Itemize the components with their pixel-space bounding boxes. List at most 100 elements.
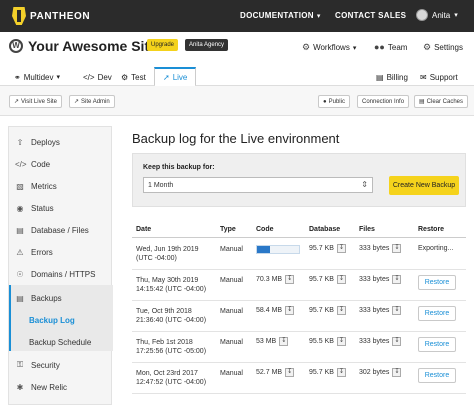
- sidebar-item-metrics[interactable]: ▧ Metrics: [9, 175, 113, 197]
- sidebar-item-label: New Relic: [31, 382, 68, 392]
- database-size[interactable]: 95.5 KB ↧: [309, 337, 346, 346]
- sidebar-item-backups[interactable]: ▤ Backups: [9, 287, 113, 309]
- settings-link[interactable]: ⚙ Settings: [423, 42, 463, 53]
- download-icon[interactable]: ↧: [336, 306, 346, 315]
- public-button[interactable]: ● Public: [318, 95, 350, 108]
- code-size-value: 52.7 MB: [256, 369, 283, 376]
- backup-date-line2: 21:36:40 (UTC -04:00): [136, 317, 207, 324]
- files-size[interactable]: 333 bytes ↧: [359, 306, 402, 315]
- site-admin-button[interactable]: ↗ Site Admin: [69, 95, 115, 108]
- column-header-files: Files: [359, 226, 375, 233]
- download-icon[interactable]: ↧: [285, 306, 295, 315]
- sidebar-item-label: Backup Schedule: [29, 337, 92, 347]
- tab-test[interactable]: ⚙ Test: [121, 68, 146, 86]
- sidebar-item-new-relic[interactable]: ✱ New Relic: [9, 376, 113, 398]
- environment-toolbar: ↗ Visit Live Site ↗ Site Admin ● Public …: [0, 86, 474, 116]
- pantheon-logo[interactable]: PANTHEON: [12, 7, 90, 25]
- database-size[interactable]: 95.7 KB ↧: [309, 275, 346, 284]
- restore-button[interactable]: Restore: [418, 337, 456, 352]
- visit-live-site-label: Visit Live Site: [21, 98, 57, 105]
- sidebar-item-backup-log[interactable]: Backup Log: [9, 309, 113, 331]
- code-size[interactable]: 52.7 MB ↧: [256, 368, 295, 377]
- backup-date-line1: Mon, Oct 23rd 2017: [136, 370, 198, 377]
- tab-billing[interactable]: ▤ Billing: [376, 68, 408, 86]
- download-icon[interactable]: ↧: [336, 368, 346, 377]
- pantheon-logo-icon: [12, 7, 26, 25]
- download-icon[interactable]: ↧: [392, 244, 402, 253]
- documentation-menu[interactable]: DOCUMENTATION ▾: [240, 11, 321, 20]
- sidebar-item-label: Database / Files: [31, 225, 89, 235]
- files-size[interactable]: 333 bytes ↧: [359, 244, 402, 253]
- sidebar-item-status[interactable]: ◉ Status: [9, 197, 113, 219]
- visit-live-site-button[interactable]: ↗ Visit Live Site: [9, 95, 62, 108]
- chevron-down-icon: ▾: [352, 44, 357, 52]
- download-icon[interactable]: ↧: [336, 275, 346, 284]
- backup-type: Manual: [220, 308, 243, 315]
- restore-button[interactable]: Restore: [418, 306, 456, 321]
- page-title: Backup log for the Live environment: [132, 131, 340, 146]
- files-size[interactable]: 333 bytes ↧: [359, 275, 402, 284]
- team-link[interactable]: ●● Team: [374, 42, 407, 52]
- code-size[interactable]: 70.3 MB ↧: [256, 275, 295, 284]
- workflows-label: Workflows: [313, 43, 350, 52]
- new-relic-icon: ✱: [16, 382, 24, 392]
- connection-info-label: Connection Info: [362, 98, 405, 105]
- select-arrows-icon: ⇕: [361, 180, 368, 189]
- agency-badge[interactable]: Anita Agency: [185, 39, 229, 51]
- code-size[interactable]: 58.4 MB ↧: [256, 306, 295, 315]
- tab-live[interactable]: ➚ Live: [154, 67, 197, 87]
- tab-dev[interactable]: </> Dev: [83, 68, 112, 86]
- table-row: Tue, Oct 9th 2018 21:36:40 (UTC -04:00) …: [132, 301, 466, 332]
- sidebar-item-code[interactable]: </> Code: [9, 153, 113, 175]
- sidebar-item-domains-https[interactable]: ☉ Domains / HTTPS: [9, 263, 113, 285]
- tab-dev-label: Dev: [97, 72, 112, 82]
- sidebar-item-database-files[interactable]: ▤ Database / Files: [9, 219, 113, 241]
- restore-button[interactable]: Restore: [418, 275, 456, 290]
- user-menu[interactable]: Anita ▾: [416, 9, 458, 21]
- sidebar-item-label: Errors: [31, 247, 53, 257]
- sidebar-item-errors[interactable]: ⚠ Errors: [9, 241, 113, 263]
- files-size[interactable]: 333 bytes ↧: [359, 337, 402, 346]
- sidebar-item-backup-schedule[interactable]: Backup Schedule: [9, 331, 113, 353]
- download-icon[interactable]: ↧: [336, 244, 346, 253]
- sidebar-item-deploys[interactable]: ⇧ Deploys: [9, 131, 113, 153]
- database-size[interactable]: 95.7 KB ↧: [309, 368, 346, 377]
- connection-info-button[interactable]: Connection Info: [357, 95, 410, 108]
- workflows-menu[interactable]: ⚙ Workflows ▾: [302, 42, 356, 53]
- download-icon[interactable]: ↧: [392, 275, 402, 284]
- user-avatar-icon: [416, 9, 428, 21]
- clear-caches-button[interactable]: ▤ Clear Caches: [414, 95, 469, 108]
- tab-live-label: Live: [172, 72, 188, 82]
- database-size[interactable]: 95.7 KB ↧: [309, 306, 346, 315]
- database-size[interactable]: 95.7 KB ↧: [309, 244, 346, 253]
- column-header-type: Type: [220, 226, 236, 233]
- download-icon[interactable]: ↧: [279, 337, 289, 346]
- download-icon[interactable]: ↧: [392, 306, 402, 315]
- code-size[interactable]: 53 MB ↧: [256, 337, 289, 346]
- download-icon[interactable]: ↧: [285, 368, 295, 377]
- download-icon[interactable]: ↧: [336, 337, 346, 346]
- files-size[interactable]: 302 bytes ↧: [359, 368, 402, 377]
- backup-retention-panel: Keep this backup for: 1 Month ⇕ Create N…: [132, 153, 466, 207]
- create-new-backup-button[interactable]: Create New Backup: [389, 176, 459, 195]
- public-label: Public: [328, 98, 345, 105]
- code-size-value: 53 MB: [256, 338, 277, 345]
- download-icon[interactable]: ↧: [285, 275, 295, 284]
- sidebar-item-label: Backup Log: [29, 315, 75, 325]
- backups-icon: ▤: [16, 293, 24, 303]
- restore-button[interactable]: Restore: [418, 368, 456, 383]
- settings-label: Settings: [434, 43, 463, 52]
- sidebar-item-security[interactable]: ⚿ Security: [9, 354, 113, 376]
- sidebar-item-label: Status: [31, 203, 54, 213]
- test-icon: ⚙: [121, 72, 129, 82]
- download-icon[interactable]: ↧: [392, 368, 402, 377]
- download-icon[interactable]: ↧: [392, 337, 402, 346]
- code-icon: </>: [15, 159, 27, 169]
- tab-multidev[interactable]: ⚭ Multidev ▾: [14, 68, 60, 86]
- upgrade-button[interactable]: Upgrade: [147, 39, 179, 51]
- contact-sales-link[interactable]: CONTACT SALES: [335, 11, 406, 20]
- team-icon: ●●: [374, 42, 385, 52]
- keep-duration-select[interactable]: 1 Month ⇕: [143, 177, 373, 193]
- tab-support[interactable]: ✉ Support: [420, 68, 458, 86]
- backup-date: Mon, Oct 23rd 2017 12:47:52 (UTC -04:00): [136, 369, 216, 387]
